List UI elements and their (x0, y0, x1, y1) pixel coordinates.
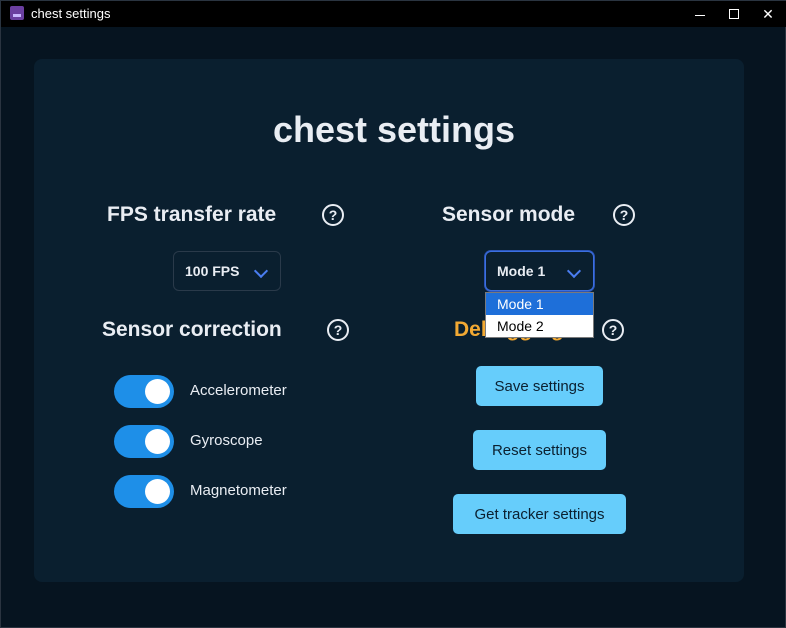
dropdown-option-mode-2[interactable]: Mode 2 (486, 315, 593, 337)
accelerometer-label: Accelerometer (190, 382, 287, 399)
debugging-help-icon[interactable]: ? (602, 319, 624, 341)
sensor-mode-help-icon[interactable]: ? (613, 204, 635, 226)
gyroscope-label: Gyroscope (190, 432, 263, 449)
sensor-correction-help-icon[interactable]: ? (327, 319, 349, 341)
sensor-mode-select[interactable]: Mode 1 (485, 251, 594, 291)
fps-select[interactable]: 100 FPS (173, 251, 281, 291)
minimize-icon (695, 14, 705, 16)
toggle-knob (145, 479, 170, 504)
reset-settings-button[interactable]: Reset settings (473, 430, 606, 470)
magnetometer-label: Magnetometer (190, 482, 287, 499)
minimize-button[interactable] (683, 1, 717, 27)
fps-help-icon[interactable]: ? (322, 204, 344, 226)
sensor-mode-select-value: Mode 1 (497, 263, 546, 279)
window-title: chest settings (31, 6, 111, 21)
chevron-down-icon (566, 263, 582, 279)
chevron-down-icon (253, 263, 269, 279)
save-settings-button[interactable]: Save settings (476, 366, 603, 406)
toggle-knob (145, 429, 170, 454)
magnetometer-toggle[interactable] (114, 475, 174, 508)
accelerometer-toggle[interactable] (114, 375, 174, 408)
fps-select-value: 100 FPS (185, 263, 240, 279)
dropdown-option-mode-1[interactable]: Mode 1 (486, 293, 593, 315)
toggle-knob (145, 379, 170, 404)
sensor-mode-dropdown: Mode 1 Mode 2 (485, 292, 594, 338)
title-bar[interactable]: chest settings ✕ (1, 1, 786, 27)
fps-heading: FPS transfer rate (107, 203, 277, 226)
app-icon (10, 6, 24, 20)
sensor-mode-heading: Sensor mode (442, 203, 576, 226)
close-icon: ✕ (762, 5, 774, 22)
maximize-button[interactable] (717, 1, 751, 27)
gyroscope-toggle[interactable] (114, 425, 174, 458)
maximize-icon (729, 9, 739, 19)
close-button[interactable]: ✕ (751, 1, 785, 27)
sensor-correction-heading: Sensor correction (102, 318, 282, 341)
get-tracker-settings-button[interactable]: Get tracker settings (453, 494, 626, 534)
app-window: chest settings ✕ chest settings FPS tran… (0, 0, 786, 628)
page-title: chest settings (272, 109, 516, 150)
